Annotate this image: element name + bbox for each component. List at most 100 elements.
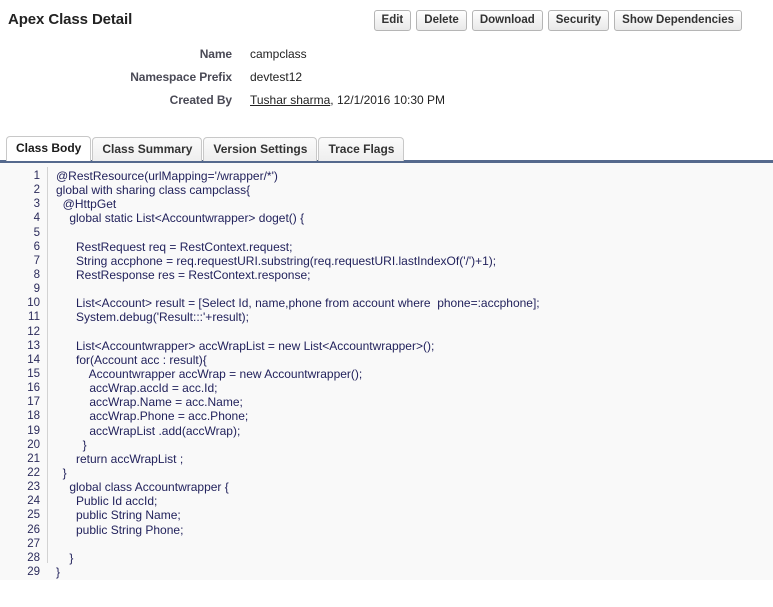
code-line: 29} xyxy=(0,565,773,579)
field-label-created-by: Created By xyxy=(169,92,232,107)
code-line-number: 16 xyxy=(27,382,40,395)
code-line-text: } xyxy=(56,465,67,480)
field-label-namespace-prefix: Namespace Prefix xyxy=(130,69,232,84)
created-by-user-link[interactable]: Tushar sharma xyxy=(250,93,330,107)
code-line-number: 20 xyxy=(27,438,40,451)
code-line-text xyxy=(47,537,56,551)
code-line-number: 13 xyxy=(27,339,40,352)
tab-class-body[interactable]: Class Body xyxy=(6,136,92,161)
code-line-number: 22 xyxy=(27,466,40,479)
edit-button[interactable]: Edit xyxy=(373,10,412,31)
code-line-text xyxy=(47,282,56,296)
code-line-text: } xyxy=(56,437,87,452)
code-line-number: 10 xyxy=(27,297,40,310)
detail-row-created-by: Created By Tushar sharma, 12/1/2016 10:3… xyxy=(0,88,773,111)
show-dependencies-button[interactable]: Show Dependencies xyxy=(614,10,742,31)
code-line-text: public String Phone; xyxy=(56,522,184,537)
field-label-name: Name xyxy=(199,46,232,61)
field-value-namespace-prefix: devtest12 xyxy=(250,69,303,84)
delete-button[interactable]: Delete xyxy=(416,10,467,31)
code-line-text: @RestResource(urlMapping='/wrapper/*') xyxy=(56,169,278,183)
code-line-text: } xyxy=(56,550,74,565)
code-line: 12 xyxy=(0,325,773,339)
code-line: 9 xyxy=(0,282,773,296)
code-line-number: 19 xyxy=(27,424,40,437)
code-line: 8 RestResponse res = RestContext.respons… xyxy=(0,268,773,282)
code-line: 22 } xyxy=(0,466,773,480)
code-line-number: 28 xyxy=(27,551,40,564)
code-line-number: 12 xyxy=(27,325,40,338)
detail-row-namespace-prefix: Namespace Prefix devtest12 xyxy=(0,65,773,88)
code-line: 26 public String Phone; xyxy=(0,523,773,537)
tab-class-summary[interactable]: Class Summary xyxy=(92,137,203,161)
code-line-text: accWrap.Phone = acc.Phone; xyxy=(56,409,249,424)
code-line-number: 8 xyxy=(33,268,40,281)
security-button[interactable]: Security xyxy=(547,10,610,31)
code-line-number: 2 xyxy=(33,184,40,197)
code-line-text: global static List<Accountwrapper> doget… xyxy=(56,211,305,226)
code-line-number: 4 xyxy=(33,212,40,225)
code-line: 11 System.debug('Result:::'+result); xyxy=(0,310,773,324)
code-line-text: RestRequest req = RestContext.request; xyxy=(56,239,293,254)
code-line-number: 3 xyxy=(33,198,40,211)
code-line-text: List<Accountwrapper> accWrapList = new L… xyxy=(56,338,435,353)
field-value-name: campclass xyxy=(250,46,307,61)
code-line: 14 for(Account acc : result){ xyxy=(0,353,773,367)
code-line-number: 14 xyxy=(27,353,40,366)
code-line-text: accWrap.Name = acc.Name; xyxy=(56,395,243,410)
code-line-number: 21 xyxy=(27,452,40,465)
code-line-text: } xyxy=(56,564,61,579)
code-line-text: List<Account> result = [Select Id, name,… xyxy=(56,296,540,311)
code-line-number: 6 xyxy=(33,240,40,253)
code-line-text: Public Id accId; xyxy=(56,494,158,509)
code-line-number: 27 xyxy=(27,537,40,550)
code-line: 6 RestRequest req = RestContext.request; xyxy=(0,240,773,254)
code-line: 1 @RestResource(urlMapping='/wrapper/*') xyxy=(0,169,773,183)
code-line: 21 return accWrapList ; xyxy=(0,452,773,466)
code-line: 10 List<Account> result = [Select Id, na… xyxy=(0,296,773,310)
code-line: 3 @HttpGet xyxy=(0,197,773,211)
code-lines-container: 1 @RestResource(urlMapping='/wrapper/*') 2… xyxy=(0,163,773,579)
tab-version-settings[interactable]: Version Settings xyxy=(203,137,318,161)
code-line-text: Accountwrapper accWrap = new Accountwrap… xyxy=(56,366,363,381)
code-line-text: global with sharing class campclass{ xyxy=(56,183,251,198)
action-button-bar: Edit Delete Download Security Show Depen… xyxy=(373,10,742,31)
code-line: 23 global class Accountwrapper { xyxy=(0,480,773,494)
code-line-text: public String Name; xyxy=(56,508,181,523)
code-line: 16 accWrap.accId = acc.Id; xyxy=(0,381,773,395)
class-body-code-viewer[interactable]: 1 @RestResource(urlMapping='/wrapper/*') 2… xyxy=(0,163,773,580)
code-line: 24 Public Id accId; xyxy=(0,494,773,508)
code-line: 20 } xyxy=(0,438,773,452)
code-line-number: 7 xyxy=(33,254,40,267)
code-line: 4 global static List<Accountwrapper> dog… xyxy=(0,211,773,225)
code-line: 13 List<Accountwrapper> accWrapList = ne… xyxy=(0,339,773,353)
detail-row-name: Name campclass xyxy=(0,42,773,65)
code-line-number: 9 xyxy=(33,283,40,296)
code-line: 27 xyxy=(0,537,773,551)
code-line-text: System.debug('Result:::'+result); xyxy=(56,310,249,325)
download-button[interactable]: Download xyxy=(471,10,543,31)
created-by-separator: , xyxy=(330,92,334,107)
code-line: 2 global with sharing class campclass{ xyxy=(0,183,773,197)
tab-trace-flags[interactable]: Trace Flags xyxy=(318,137,405,161)
code-line-number: 15 xyxy=(27,367,40,380)
code-line-text: @HttpGet xyxy=(56,197,117,212)
code-line-number: 24 xyxy=(27,495,40,508)
code-line-number: 26 xyxy=(27,523,40,536)
code-line-text xyxy=(47,226,56,240)
created-by-date: 12/1/2016 10:30 PM xyxy=(336,92,446,107)
code-line: 18 accWrap.Phone = acc.Phone; xyxy=(0,409,773,423)
code-line-number: 25 xyxy=(27,509,40,522)
page-title: Apex Class Detail xyxy=(8,11,133,28)
code-line-text: return accWrapList ; xyxy=(56,451,184,466)
code-line-text: for(Account acc : result){ xyxy=(56,352,207,367)
code-line-text: RestResponse res = RestContext.response; xyxy=(56,267,311,282)
code-line-number: 17 xyxy=(27,396,40,409)
code-line-number: 11 xyxy=(28,311,40,324)
code-line: 15 Accountwrapper accWrap = new Accountw… xyxy=(0,367,773,381)
code-line-text: global class Accountwrapper { xyxy=(56,480,229,495)
code-line: 17 accWrap.Name = acc.Name; xyxy=(0,395,773,409)
page-header: Apex Class Detail Edit Delete Download S… xyxy=(0,0,773,40)
code-line-text: String accphone = req.requestURI.substri… xyxy=(56,253,497,268)
code-line-text: accWrap.accId = acc.Id; xyxy=(56,381,218,396)
